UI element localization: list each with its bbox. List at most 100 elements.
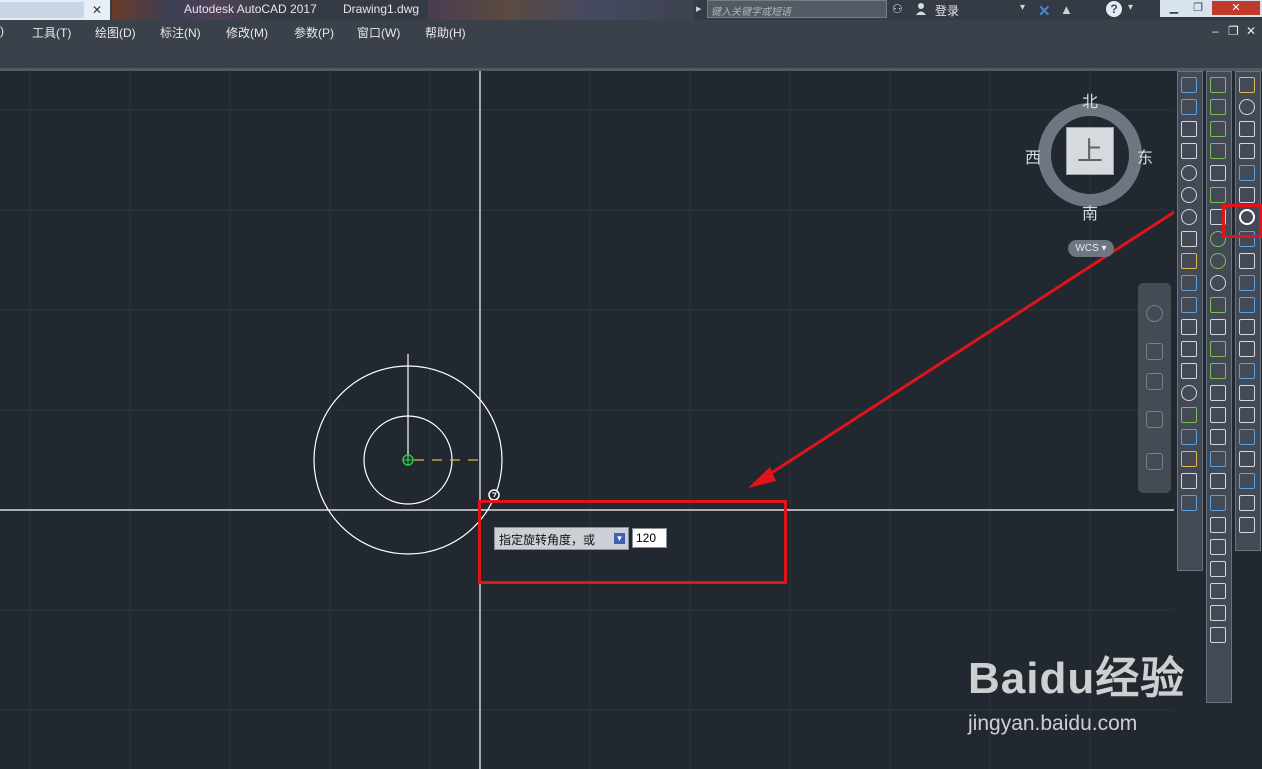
menu-item-dimension[interactable]: 标注(N): [160, 24, 201, 41]
arc-length-icon[interactable]: [1180, 120, 1200, 138]
trim-icon[interactable]: [1238, 274, 1258, 292]
snap-endpoint-icon[interactable]: [1209, 120, 1229, 138]
snap-quadrant-icon[interactable]: [1209, 252, 1229, 270]
quick-dim-icon[interactable]: [1180, 252, 1200, 270]
browser-tab[interactable]: ✕: [0, 0, 110, 20]
baseline-dim-icon[interactable]: [1180, 274, 1200, 292]
erase-icon[interactable]: [1238, 76, 1258, 94]
snap-perpendicular-icon[interactable]: [1209, 296, 1229, 314]
mirror-icon[interactable]: [1238, 120, 1258, 138]
mdi-minimize-icon[interactable]: –: [1212, 24, 1219, 38]
zoom-extents-tool-icon[interactable]: [1209, 626, 1229, 644]
viewcube[interactable]: 上 北 西 东 南: [1025, 94, 1153, 223]
dim-text-edit-icon[interactable]: [1180, 472, 1200, 490]
jogged-dim-icon[interactable]: [1180, 186, 1200, 204]
help-dropdown-icon[interactable]: ▾: [1128, 2, 1133, 13]
snap-none-icon[interactable]: [1209, 406, 1229, 424]
blend-icon[interactable]: [1238, 428, 1258, 446]
compass-west[interactable]: 西: [1025, 144, 1041, 168]
continue-dim-icon[interactable]: [1180, 296, 1200, 314]
menu-item-help[interactable]: 帮助(H): [425, 24, 466, 41]
extend-icon[interactable]: [1238, 296, 1258, 314]
explode-icon[interactable]: [1238, 450, 1258, 468]
menu-item-tools[interactable]: 工具(T): [32, 24, 71, 41]
a360-icon[interactable]: ▲: [1060, 2, 1073, 17]
point-cloud-icon[interactable]: [1238, 516, 1258, 534]
angular-dim-icon[interactable]: [1180, 230, 1200, 248]
help-icon[interactable]: ?: [1106, 1, 1122, 17]
jogged-linear-icon[interactable]: [1180, 428, 1200, 446]
expand-arrow-icon[interactable]: ▸: [696, 2, 702, 15]
dim-edit-icon[interactable]: [1180, 450, 1200, 468]
zoom-dynamic-icon[interactable]: [1209, 472, 1229, 490]
diameter-dim-icon[interactable]: [1180, 208, 1200, 226]
aligned-dim-icon[interactable]: [1180, 98, 1200, 116]
compass-north[interactable]: 北: [1082, 88, 1098, 112]
search-input[interactable]: 键入关键字或短语: [707, 0, 887, 18]
snap-insert-icon[interactable]: [1209, 340, 1229, 358]
zoom-in-icon[interactable]: [1209, 560, 1229, 578]
osnap-settings-icon[interactable]: [1209, 428, 1229, 446]
ordinate-dim-icon[interactable]: [1180, 142, 1200, 160]
inspect-icon[interactable]: [1180, 406, 1200, 424]
mdi-close-icon[interactable]: ✕: [1246, 24, 1256, 38]
snap-parallel-icon[interactable]: [1209, 318, 1229, 336]
zoom-scale-icon[interactable]: [1209, 494, 1229, 512]
close-button[interactable]: ✕: [1212, 1, 1260, 15]
orbit-icon[interactable]: [1146, 411, 1163, 428]
chamfer-icon[interactable]: [1238, 384, 1258, 402]
zoom-extents-icon[interactable]: [1146, 373, 1163, 390]
menu-item-partial[interactable]: ): [0, 24, 4, 38]
move-icon[interactable]: [1238, 186, 1258, 204]
fillet-icon[interactable]: [1238, 406, 1258, 424]
compass-south[interactable]: 南: [1082, 200, 1098, 224]
snap-midpoint-icon[interactable]: [1209, 142, 1229, 160]
stretch-icon[interactable]: [1238, 252, 1258, 270]
wcs-menu[interactable]: WCS ▾: [1068, 240, 1114, 257]
exchange-icon[interactable]: ✕: [1038, 2, 1051, 20]
menu-item-draw[interactable]: 绘图(D): [95, 24, 136, 41]
snap-intersection-icon[interactable]: [1209, 164, 1229, 182]
temp-track-icon[interactable]: [1209, 76, 1229, 94]
space-dim-icon[interactable]: [1180, 318, 1200, 336]
viewcube-top-face[interactable]: 上: [1066, 127, 1114, 175]
close-tab-icon[interactable]: ✕: [92, 3, 102, 17]
account-dropdown-icon[interactable]: ▾: [1020, 2, 1025, 13]
zoom-center-icon[interactable]: [1209, 516, 1229, 534]
center-mark-icon[interactable]: [1180, 384, 1200, 402]
copy-icon[interactable]: [1238, 98, 1258, 116]
properties-icon[interactable]: [1238, 472, 1258, 490]
break-icon[interactable]: [1238, 340, 1258, 358]
menu-item-window[interactable]: 窗口(W): [357, 24, 400, 41]
dim-update-icon[interactable]: [1180, 494, 1200, 512]
pan-icon[interactable]: [1146, 343, 1163, 360]
snap-tangent-icon[interactable]: [1209, 274, 1229, 292]
linear-dim-icon[interactable]: [1180, 76, 1200, 94]
binoculars-icon[interactable]: ⚇: [892, 2, 903, 16]
offset-icon[interactable]: [1238, 142, 1258, 160]
snap-from-icon[interactable]: [1209, 98, 1229, 116]
zoom-window-icon[interactable]: [1209, 450, 1229, 468]
tolerance-icon[interactable]: [1180, 362, 1200, 380]
zoom-object-icon[interactable]: [1209, 538, 1229, 556]
join-icon[interactable]: [1238, 362, 1258, 380]
compass-east[interactable]: 东: [1137, 144, 1153, 168]
showmotion-icon[interactable]: [1146, 453, 1163, 470]
login-button[interactable]: 登录: [935, 2, 959, 19]
snap-node-icon[interactable]: [1209, 362, 1229, 380]
mdi-restore-icon[interactable]: ❐: [1228, 24, 1239, 38]
steering-wheel-icon[interactable]: [1146, 305, 1163, 322]
radius-dim-icon[interactable]: [1180, 164, 1200, 182]
break-dim-icon[interactable]: [1180, 340, 1200, 358]
match-icon[interactable]: [1238, 494, 1258, 512]
user-icon[interactable]: [915, 2, 927, 15]
zoom-out-icon[interactable]: [1209, 582, 1229, 600]
menu-item-modify[interactable]: 修改(M): [226, 24, 268, 41]
snap-apparent-icon[interactable]: [1209, 186, 1229, 204]
array-icon[interactable]: [1238, 164, 1258, 182]
zoom-all-icon[interactable]: [1209, 604, 1229, 622]
break-at-point-icon[interactable]: [1238, 318, 1258, 336]
minimize-button[interactable]: ▁: [1162, 1, 1186, 15]
snap-nearest-icon[interactable]: [1209, 384, 1229, 402]
restore-button[interactable]: ❐: [1186, 1, 1210, 15]
